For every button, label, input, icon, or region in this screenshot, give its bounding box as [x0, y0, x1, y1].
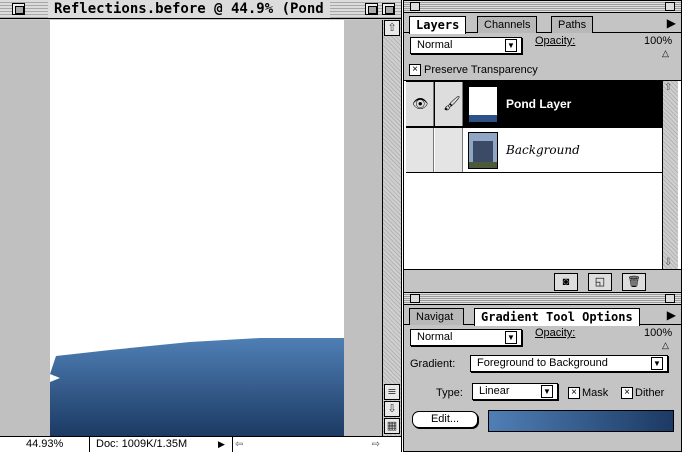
- layer-row-pond[interactable]: 👁 🖌 Pond Layer: [406, 81, 662, 127]
- layers-footer: ◙ ◱ 🗑: [404, 269, 681, 293]
- gradient-palette-title-bar[interactable]: [404, 293, 681, 305]
- scroll-down-icon[interactable]: ⇩: [664, 257, 672, 268]
- gradient-tabs: Navigat Gradient Tool Options ▶: [404, 305, 681, 326]
- layers-list: 👁 🖌 Pond Layer Background ⇧ ⇩: [404, 81, 681, 269]
- scroll-left-icon[interactable]: ⇦: [235, 437, 243, 452]
- collapse-box[interactable]: [382, 3, 395, 15]
- background-layer-thumbnail: [468, 132, 498, 169]
- palette-menu-arrow-icon[interactable]: ▶: [667, 16, 676, 30]
- layers-palette: Layers Channels Paths ▶ Normal ▼ Opacity…: [403, 0, 682, 293]
- document-size-info: Doc: 1009K/1.35M: [96, 438, 188, 450]
- tab-gradient-tool-options[interactable]: Gradient Tool Options: [474, 308, 640, 326]
- new-layer-icon[interactable]: ◱: [588, 273, 612, 291]
- pond-layer-thumbnail: [468, 86, 498, 123]
- scroll-up-icon[interactable]: ⇧: [664, 82, 672, 93]
- tab-layers[interactable]: Layers: [409, 16, 467, 34]
- layer-name: Background: [506, 143, 580, 157]
- tab-navigator[interactable]: Navigat: [409, 308, 464, 325]
- gradient-select[interactable]: Foreground to Background ▼: [470, 355, 668, 372]
- zoom-level-field[interactable]: 44.93%: [0, 437, 90, 452]
- document-window: Reflections.before @ 44.9% (Pond ⇧ ≡ ⇩ ▦…: [0, 0, 402, 452]
- scroll-thumb[interactable]: ≡: [384, 384, 400, 400]
- pond-layer-image: [50, 338, 344, 436]
- blend-mode-value: Normal: [417, 39, 453, 51]
- gradient-blend-row: Normal ▼ Opacity: 100% △: [404, 325, 681, 351]
- pond-shape: [50, 338, 344, 436]
- preserve-transparency-checkbox[interactable]: ×: [409, 64, 421, 76]
- layers-scrollbar[interactable]: ⇧ ⇩: [662, 81, 678, 269]
- resize-grip-icon[interactable]: ▦: [384, 418, 400, 434]
- palette-menu-arrow-icon[interactable]: ▶: [667, 308, 676, 322]
- status-bar: 44.93% Doc: 1009K/1.35M ▶ ⇦ ⇨: [0, 436, 401, 452]
- vertical-scrollbar[interactable]: ⇧ ≡ ⇩ ▦: [382, 20, 401, 436]
- gradient-blend-mode-select[interactable]: Normal ▼: [410, 329, 522, 346]
- edit-toggle[interactable]: 🖌: [435, 82, 463, 126]
- opacity-slider-icon[interactable]: △: [662, 338, 669, 352]
- layers-palette-title-bar[interactable]: [404, 1, 681, 13]
- chevron-down-icon: ▼: [541, 385, 553, 398]
- type-label: Type:: [436, 387, 463, 399]
- visibility-toggle[interactable]: 👁: [406, 82, 434, 126]
- blend-mode-value: Normal: [417, 331, 453, 343]
- canvas-area[interactable]: [0, 20, 382, 436]
- opacity-slider-icon[interactable]: △: [662, 46, 669, 60]
- layer-row-background[interactable]: Background: [406, 127, 662, 173]
- gradient-edit-row: Edit...: [404, 407, 681, 433]
- blend-mode-select[interactable]: Normal ▼: [410, 37, 522, 54]
- close-box[interactable]: [12, 3, 25, 15]
- layers-tabs: Layers Channels Paths ▶: [404, 13, 681, 34]
- chevron-down-icon: ▼: [505, 39, 517, 52]
- horizontal-scrollbar[interactable]: ⇦ ⇨: [232, 437, 382, 452]
- palette-zoom-box[interactable]: [665, 2, 675, 11]
- edit-button[interactable]: Edit...: [412, 411, 478, 428]
- edit-toggle[interactable]: [435, 128, 463, 172]
- trash-icon[interactable]: 🗑: [622, 273, 646, 291]
- layer-mask-icon[interactable]: ◙: [554, 273, 578, 291]
- paintbrush-icon: 🖌: [443, 95, 461, 111]
- gradient-options-palette: Navigat Gradient Tool Options ▶ Normal ▼…: [403, 292, 682, 452]
- visibility-toggle[interactable]: [406, 128, 434, 172]
- document-title: Reflections.before @ 44.9% (Pond: [48, 1, 330, 18]
- tab-channels[interactable]: Channels: [477, 16, 538, 33]
- document-title-bar[interactable]: Reflections.before @ 44.9% (Pond: [0, 0, 401, 19]
- gradient-type-row: Gradient: Foreground to Background ▼: [404, 351, 681, 379]
- palette-close-box[interactable]: [410, 2, 420, 11]
- document-image[interactable]: [50, 20, 344, 436]
- info-menu-arrow-icon[interactable]: ▶: [218, 438, 232, 451]
- gradient-value: Foreground to Background: [477, 357, 608, 369]
- gradient-options-row: Type: Linear ▼ × Mask × Dither: [404, 379, 681, 407]
- type-value: Linear: [479, 385, 510, 397]
- opacity-label: Opacity:: [535, 327, 576, 339]
- gradient-type-select[interactable]: Linear ▼: [472, 383, 558, 400]
- mask-label: Mask: [582, 387, 609, 399]
- dither-checkbox[interactable]: ×: [621, 387, 633, 399]
- layer-name: Pond Layer: [506, 97, 572, 111]
- preserve-transparency-label: Preserve Transparency: [424, 64, 538, 76]
- zoom-box[interactable]: [365, 3, 378, 15]
- title-area: Reflections.before @ 44.9% (Pond: [2, 0, 382, 19]
- mask-checkbox[interactable]: ×: [568, 387, 580, 399]
- preserve-transparency-row: × Preserve Transparency: [404, 59, 681, 81]
- gradient-label: Gradient:: [410, 358, 456, 370]
- palette-zoom-box[interactable]: [665, 294, 675, 303]
- palette-close-box[interactable]: [410, 294, 420, 303]
- dither-label: Dither: [635, 387, 665, 399]
- chevron-down-icon: ▼: [505, 331, 517, 344]
- layers-blend-row: Normal ▼ Opacity: 100% △: [404, 33, 681, 59]
- gradient-preview: [488, 410, 674, 432]
- scroll-up-icon[interactable]: ⇧: [384, 20, 400, 36]
- scroll-right-icon[interactable]: ⇨: [372, 437, 380, 452]
- tab-paths[interactable]: Paths: [551, 16, 594, 33]
- chevron-down-icon: ▼: [651, 357, 663, 370]
- opacity-label: Opacity:: [535, 35, 576, 47]
- eye-icon: 👁: [412, 96, 429, 111]
- scroll-down-icon[interactable]: ⇩: [384, 401, 400, 417]
